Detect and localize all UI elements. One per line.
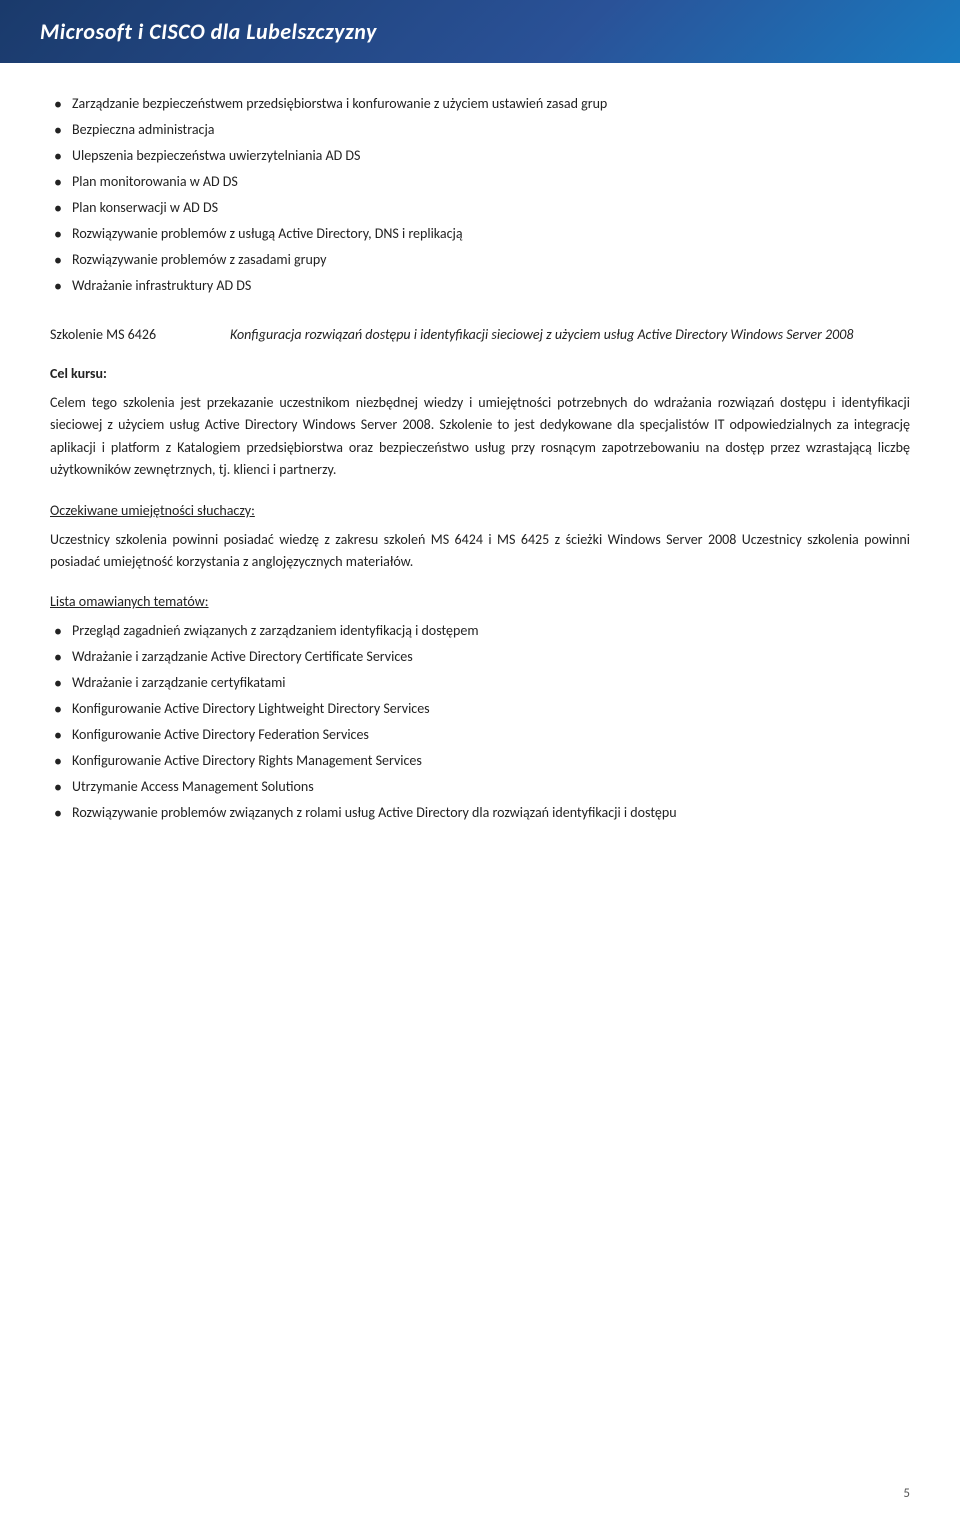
oczekiwane-section: Oczekiwane umiejętności słuchaczy: Uczes…	[50, 502, 910, 574]
lista-heading: Lista omawianych tematów:	[50, 593, 910, 610]
cel-kursu-paragraph: Celem tego szkolenia jest przekazanie uc…	[50, 392, 910, 482]
main-content: Zarządzanie bezpieczeństwem przedsiębior…	[0, 93, 960, 823]
szkolenie-description: Konfiguracja rozwiązań dostępu i identyf…	[230, 324, 910, 345]
page-number: 5	[903, 1486, 910, 1501]
list-item: Wdrażanie i zarządzanie certyfikatami	[50, 672, 910, 693]
szkolenie-label: Szkolenie MS 6426	[50, 324, 210, 343]
list-item: Wdrażanie infrastruktury AD DS	[50, 275, 910, 296]
header-bar: Microsoft i CISCO dla Lubelszczyzny	[0, 0, 960, 63]
intro-bullet-list: Zarządzanie bezpieczeństwem przedsiębior…	[50, 93, 910, 296]
list-item: Plan monitorowania w AD DS	[50, 171, 910, 192]
list-item: Konfigurowanie Active Directory Federati…	[50, 724, 910, 745]
list-item: Rozwiązywanie problemów związanych z rol…	[50, 802, 910, 823]
list-item: Konfigurowanie Active Directory Lightwei…	[50, 698, 910, 719]
header-title: Microsoft i CISCO dla Lubelszczyzny	[40, 18, 377, 45]
list-item: Wdrażanie i zarządzanie Active Directory…	[50, 646, 910, 667]
list-item: Rozwiązywanie problemów z usługą Active …	[50, 223, 910, 244]
list-item: Przegląd zagadnień związanych z zarządza…	[50, 620, 910, 641]
list-item: Bezpieczna administracja	[50, 119, 910, 140]
list-item: Konfigurowanie Active Directory Rights M…	[50, 750, 910, 771]
list-item: Plan konserwacji w AD DS	[50, 197, 910, 218]
page: Microsoft i CISCO dla Lubelszczyzny Zarz…	[0, 0, 960, 1521]
cel-kursu-section: Cel kursu: Celem tego szkolenia jest prz…	[50, 365, 910, 482]
list-item: Utrzymanie Access Management Solutions	[50, 776, 910, 797]
oczekiwane-paragraph: Uczestnicy szkolenia powinni posiadać wi…	[50, 529, 910, 574]
list-item: Zarządzanie bezpieczeństwem przedsiębior…	[50, 93, 910, 114]
list-item: Ulepszenia bezpieczeństwa uwierzytelnian…	[50, 145, 910, 166]
list-item: Rozwiązywanie problemów z zasadami grupy	[50, 249, 910, 270]
oczekiwane-heading: Oczekiwane umiejętności słuchaczy:	[50, 502, 910, 519]
lista-section: Lista omawianych tematów: Przegląd zagad…	[50, 593, 910, 823]
lista-bullet-list: Przegląd zagadnień związanych z zarządza…	[50, 620, 910, 823]
cel-kursu-label: Cel kursu:	[50, 365, 910, 382]
szkolenie-block: Szkolenie MS 6426 Konfiguracja rozwiązań…	[50, 324, 910, 345]
